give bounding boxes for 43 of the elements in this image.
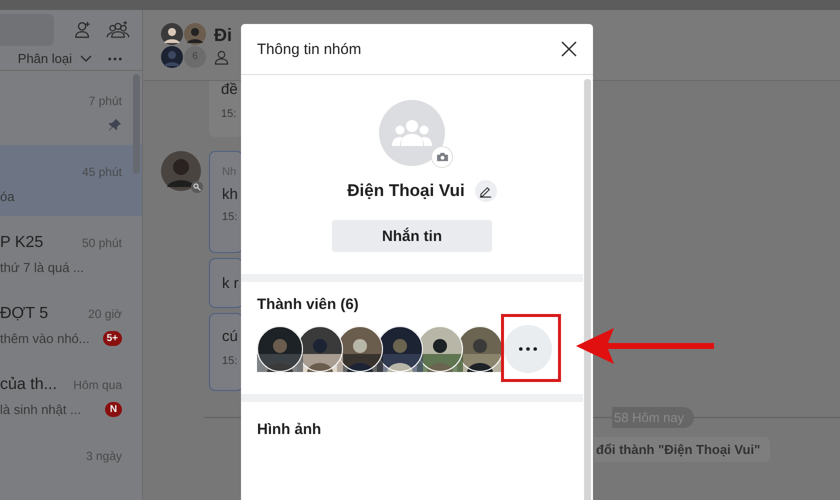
- conversation-title: của th...: [0, 376, 57, 394]
- message-bubble[interactable]: k r: [209, 258, 243, 308]
- message-text: kh: [222, 186, 239, 203]
- message-preview: thứ 7 là quá ...: [0, 260, 84, 274]
- message-bubble[interactable]: đề 15:: [209, 81, 243, 137]
- chevron-down-icon: [80, 54, 92, 63]
- filter-dropdown[interactable]: Phân loại: [18, 51, 92, 66]
- system-message: đổi thành "Điện Thoại Vui": [594, 437, 770, 462]
- scrollbar[interactable]: [584, 79, 591, 500]
- chat-title: Đi: [214, 25, 232, 46]
- message-text: đề: [221, 81, 239, 98]
- person-icon: [214, 50, 229, 65]
- message-text: k r: [222, 274, 240, 292]
- message-bubble[interactable]: cú 15:: [209, 313, 243, 391]
- unread-badge: N: [105, 402, 122, 416]
- add-friend-icon[interactable]: [74, 20, 92, 39]
- message-preview: óa: [0, 188, 14, 204]
- more-icon[interactable]: [108, 56, 122, 61]
- members-heading: Thành viên (6): [257, 296, 360, 313]
- conversation-title: P K25: [0, 234, 44, 252]
- conversation-title: ĐỢT 5: [0, 305, 48, 323]
- group-name: Điện Thoại Vui: [347, 181, 465, 201]
- camera-icon: [436, 152, 448, 162]
- message-time: 15:: [222, 355, 238, 367]
- message-preview: thêm vào nhó...: [0, 330, 90, 346]
- message-button[interactable]: Nhắn tin: [332, 220, 492, 252]
- close-icon[interactable]: [561, 41, 577, 57]
- camera-button[interactable]: [431, 146, 453, 168]
- conversation-item[interactable]: 45 phút óa: [0, 145, 142, 216]
- group-icon: [392, 120, 432, 146]
- media-heading: Hình ảnh: [257, 421, 322, 438]
- message-time: 15:: [221, 108, 238, 120]
- dialog-title: Thông tin nhóm: [257, 40, 362, 58]
- more-icon: [519, 347, 537, 351]
- message-time: 15:: [222, 211, 238, 223]
- message-preview: là sinh nhật ...: [0, 402, 81, 416]
- conversation-time: 45 phút: [82, 165, 122, 179]
- message-text: cú: [222, 328, 239, 345]
- unread-badge: 5+: [102, 330, 122, 346]
- sender-avatar[interactable]: [161, 151, 201, 191]
- edit-name-button[interactable]: [474, 180, 497, 202]
- pencil-icon: [479, 184, 492, 198]
- add-group-icon[interactable]: [106, 20, 130, 39]
